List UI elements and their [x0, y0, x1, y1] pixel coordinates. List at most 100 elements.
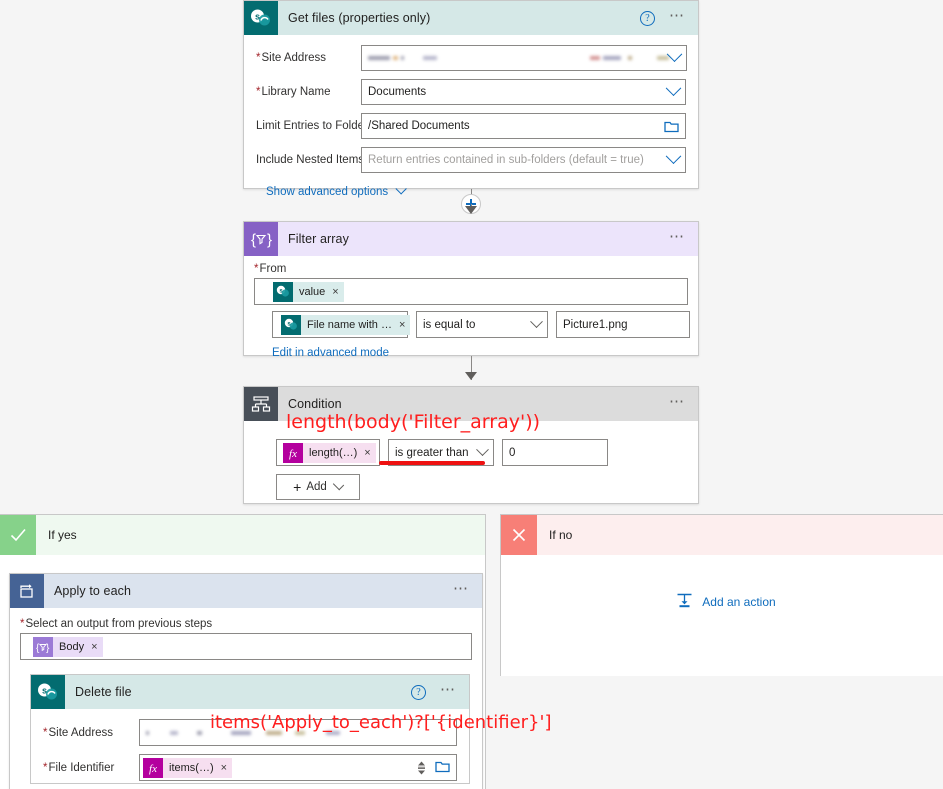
close-icon[interactable]: ×: [364, 447, 370, 459]
library-name-value: Documents: [368, 86, 427, 98]
expression-fx-icon: fx: [283, 442, 303, 463]
apply-to-each-header-actions: ⋯: [453, 581, 482, 598]
from-label: *From: [254, 263, 287, 275]
action-card-delete-file[interactable]: s Delete file ? ⋯ *Site Address *File Id…: [30, 674, 470, 784]
condition-header[interactable]: Condition ⋯: [244, 387, 698, 421]
field-row-include-nested-items: Include Nested Items Return entries cont…: [256, 147, 686, 173]
condition-body: fx length(…) × is greater than 0 + Add: [244, 421, 698, 510]
get-files-header-actions: ? ⋯: [640, 8, 698, 26]
condition-icon: [244, 387, 278, 421]
token-file-name[interactable]: s File name with … ×: [281, 314, 411, 335]
include-nested-items-dropdown[interactable]: Return entries contained in sub-folders …: [361, 147, 686, 173]
field-label-library-name: *Library Name: [256, 86, 331, 98]
select-output-label: *Select an output from previous steps: [20, 618, 213, 630]
token-expression-length[interactable]: fx length(…) ×: [283, 442, 376, 463]
flow-designer-canvas: s Get files (properties only) ? ⋯ *Site …: [0, 0, 943, 789]
ellipsis-icon[interactable]: ⋯: [669, 8, 686, 25]
filter-right-operand-input[interactable]: Picture1.png: [556, 311, 690, 338]
if-no-label: If no: [549, 528, 573, 542]
token-value[interactable]: s value ×: [273, 281, 344, 302]
chevron-down-icon[interactable]: [666, 45, 683, 62]
delete-file-header[interactable]: s Delete file ? ⋯: [31, 675, 469, 709]
filter-condition-row: s File name with … × is equal to Picture…: [254, 311, 690, 338]
delete-site-address-input[interactable]: [139, 719, 457, 746]
redacted-value: [146, 730, 340, 735]
svg-text:fx: fx: [289, 448, 297, 460]
delete-file-title: Delete file: [75, 685, 132, 699]
close-icon[interactable]: ×: [399, 319, 405, 331]
filter-array-icon: { }: [33, 636, 53, 657]
condition-left-operand[interactable]: fx length(…) ×: [276, 439, 380, 466]
field-label-file-identifier: *File Identifier: [43, 761, 115, 774]
ellipsis-icon[interactable]: ⋯: [453, 581, 470, 598]
branch-if-yes: If yes Apply to each ⋯ *Select an output…: [0, 514, 486, 789]
stepper-icon[interactable]: [415, 759, 427, 777]
redacted-value: [368, 56, 669, 60]
expression-fx-icon: fx: [143, 757, 163, 778]
token-label: length(…): [309, 446, 358, 459]
annotation-underline-operator: [379, 461, 485, 465]
checkmark-icon: [0, 515, 36, 555]
file-identifier-token-input[interactable]: fx items(…) ×: [139, 754, 457, 781]
action-card-get-files[interactable]: s Get files (properties only) ? ⋯ *Site …: [243, 0, 699, 198]
select-output-token-input[interactable]: { } Body ×: [20, 633, 472, 660]
token-label: items(…): [169, 761, 214, 774]
apply-to-each-body: *Select an output from previous steps { …: [10, 608, 482, 784]
action-card-filter-array[interactable]: { } Filter array ⋯ *From s value × s Fil…: [243, 221, 699, 359]
ellipsis-icon[interactable]: ⋯: [669, 229, 686, 246]
condition-add-button[interactable]: + Add: [276, 474, 360, 500]
close-icon[interactable]: ×: [221, 762, 227, 774]
get-files-body: *Site Address *Library Name Documents Li…: [244, 35, 698, 210]
chevron-down-icon[interactable]: [476, 443, 489, 457]
svg-text:}: }: [267, 232, 272, 249]
filter-array-body: *From s value × s File name with … × is …: [244, 256, 698, 369]
condition-operator-value: is greater than: [395, 446, 469, 459]
help-icon[interactable]: ?: [640, 10, 655, 26]
chevron-down-icon[interactable]: [665, 79, 682, 96]
action-card-condition[interactable]: Condition ⋯ fx length(…) × is greater th…: [243, 386, 699, 504]
field-label-include-nested-items: Include Nested Items: [256, 154, 365, 166]
svg-text:{: {: [36, 643, 40, 654]
required-marker: *: [20, 618, 25, 630]
close-icon[interactable]: ×: [332, 286, 338, 298]
site-address-dropdown[interactable]: [361, 45, 687, 71]
help-icon[interactable]: ?: [411, 684, 426, 700]
connector-arrow-2: [465, 372, 477, 380]
condition-right-operand-input[interactable]: 0: [502, 439, 608, 466]
from-token-input[interactable]: s value ×: [254, 278, 688, 305]
filter-array-header[interactable]: { } Filter array ⋯: [244, 222, 698, 256]
folder-icon[interactable]: [664, 120, 679, 133]
folder-icon[interactable]: [435, 760, 450, 776]
sharepoint-icon: s: [31, 675, 65, 709]
add-an-action-button[interactable]: Add an action: [676, 592, 776, 611]
apply-to-each-title: Apply to each: [54, 584, 132, 598]
sharepoint-icon: s: [273, 281, 293, 302]
svg-text:fx: fx: [149, 763, 157, 775]
chevron-down-icon: [395, 183, 407, 195]
filter-right-value: Picture1.png: [563, 318, 628, 331]
delete-file-body: *Site Address *File Identifier fx items(…: [31, 709, 469, 789]
ellipsis-icon[interactable]: ⋯: [440, 682, 457, 699]
filter-operator-dropdown[interactable]: is equal to: [416, 311, 548, 338]
svg-text:{: {: [251, 232, 256, 249]
token-expression-items[interactable]: fx items(…) ×: [143, 757, 233, 778]
required-marker: *: [254, 263, 259, 275]
ellipsis-icon[interactable]: ⋯: [669, 394, 686, 411]
get-files-header[interactable]: s Get files (properties only) ? ⋯: [244, 1, 698, 35]
action-card-apply-to-each[interactable]: Apply to each ⋯ *Select an output from p…: [9, 573, 483, 789]
limit-entries-to-folder-input[interactable]: /Shared Documents: [361, 113, 686, 139]
apply-to-each-header[interactable]: Apply to each ⋯: [10, 574, 482, 608]
required-marker: *: [256, 86, 261, 98]
filter-left-operand[interactable]: s File name with … ×: [272, 311, 411, 338]
chevron-down-icon[interactable]: [530, 315, 543, 329]
token-body[interactable]: { } Body ×: [33, 636, 103, 657]
close-icon[interactable]: ×: [91, 641, 97, 653]
chevron-down-icon[interactable]: [332, 478, 344, 490]
filter-array-icon: { }: [244, 222, 278, 256]
token-label: value: [299, 285, 326, 298]
library-name-dropdown[interactable]: Documents: [361, 79, 686, 105]
filter-operator-value: is equal to: [423, 318, 476, 331]
condition-title: Condition: [288, 397, 342, 411]
chevron-down-icon[interactable]: [665, 147, 682, 164]
required-marker: *: [256, 52, 261, 64]
